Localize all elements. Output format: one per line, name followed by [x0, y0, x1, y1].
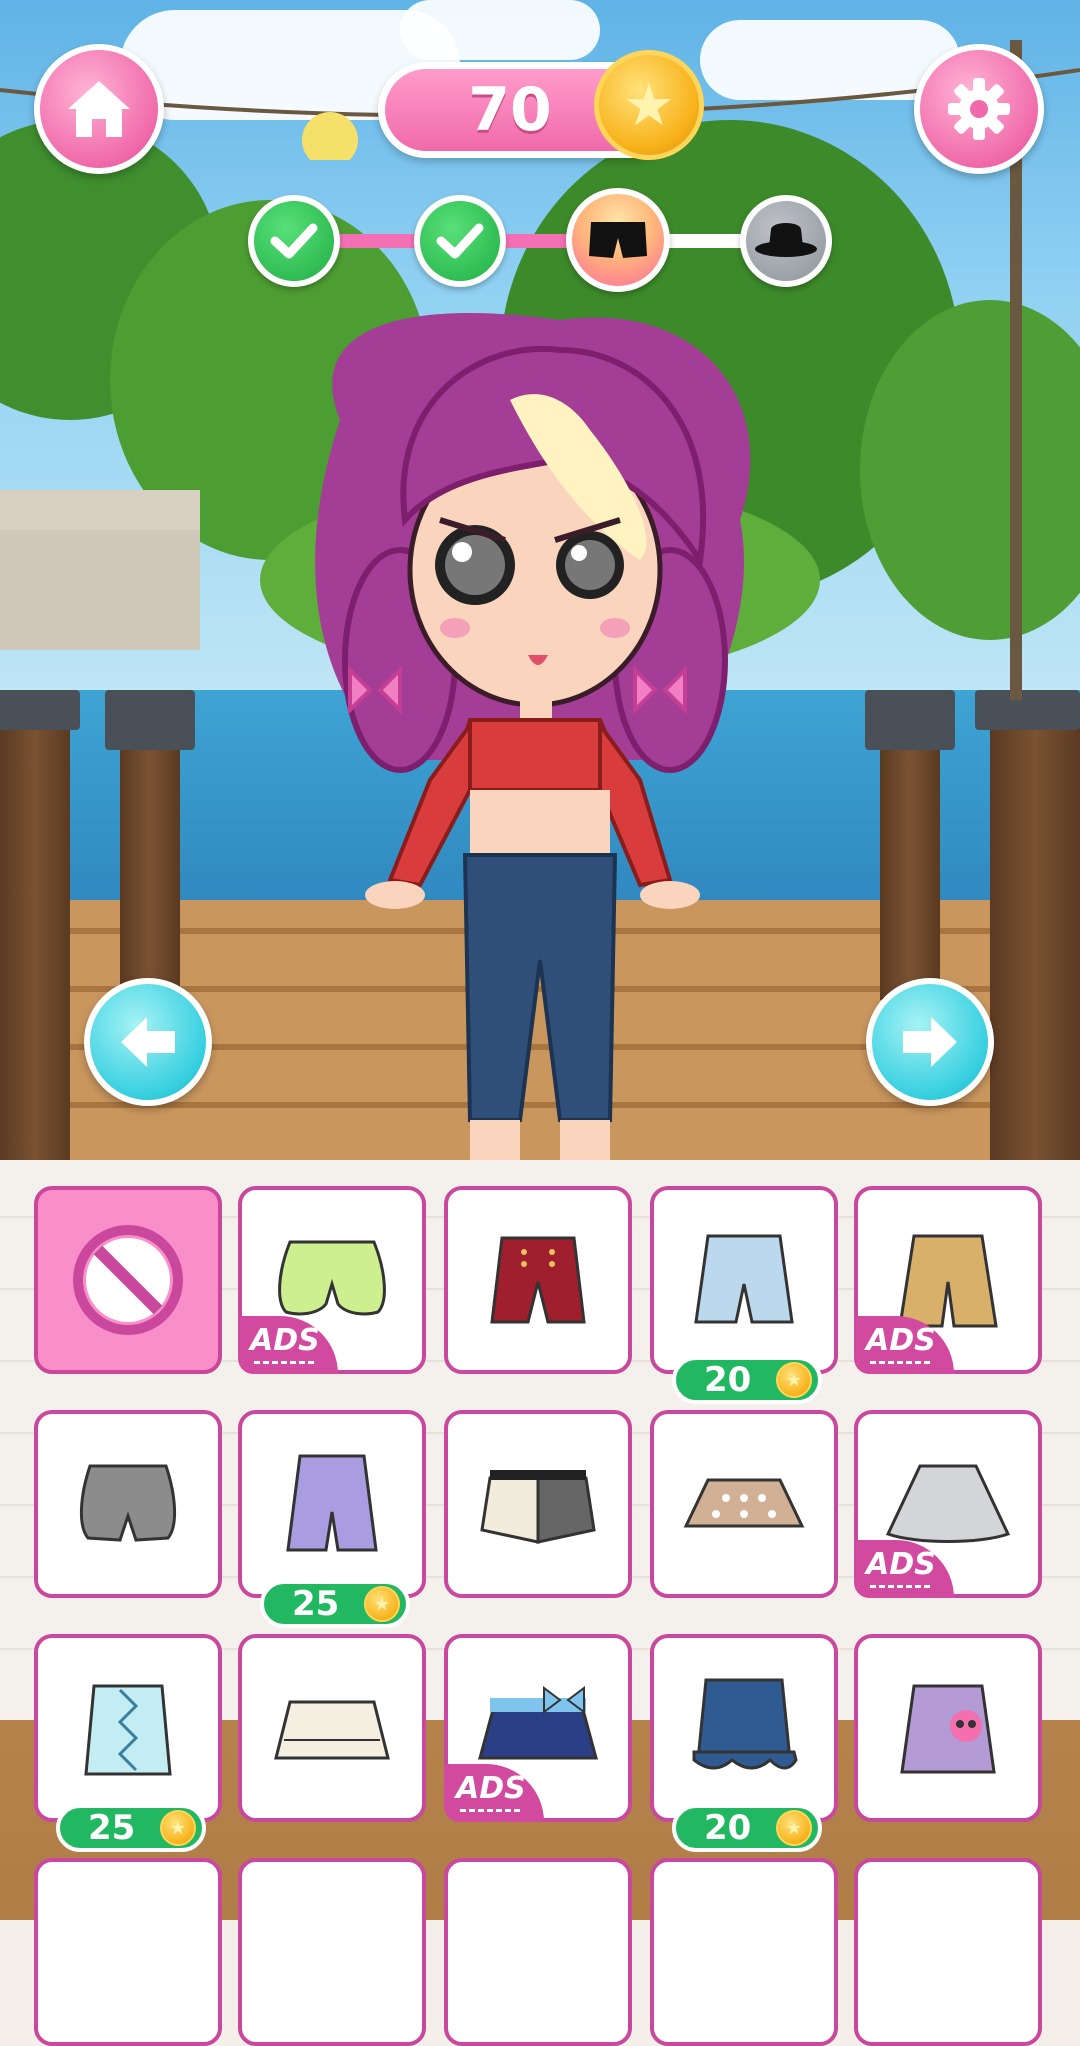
price-value: 25: [292, 1584, 340, 1624]
progress-step-3-current: [566, 188, 670, 292]
price-badge: 25 ★: [260, 1580, 410, 1628]
check-icon: [436, 223, 484, 259]
item-gray-shorts[interactable]: [34, 1410, 222, 1598]
item-tan-shorts[interactable]: ADS: [854, 1186, 1042, 1374]
progress-step-1: [248, 195, 340, 287]
price-badge: 20 ★: [672, 1356, 822, 1404]
item-dotted-skirt[interactable]: [650, 1410, 838, 1598]
price-value: 25: [88, 1808, 136, 1848]
midriff: [470, 790, 610, 855]
item-row4-4[interactable]: [650, 1858, 838, 2046]
item-two-tone-skirt[interactable]: [444, 1410, 632, 1598]
hat-icon: [755, 223, 817, 257]
lavender-shorts-icon: [286, 1454, 378, 1552]
price-value: 20: [704, 1360, 752, 1400]
item-denim-ruffle-skirt[interactable]: 20 ★: [650, 1634, 838, 1852]
coin-icon: ★: [364, 1586, 400, 1622]
item-gray-skirt[interactable]: ADS: [854, 1410, 1042, 1598]
item-purple-skull-skirt[interactable]: [854, 1634, 1042, 1822]
item-red-shorts[interactable]: [444, 1186, 632, 1374]
purple-skull-skirt-icon: [900, 1684, 996, 1774]
item-row4-3[interactable]: [444, 1858, 632, 2046]
item-navy-bow-skirt[interactable]: ADS: [444, 1634, 632, 1822]
aqua-skirt-icon: [84, 1684, 172, 1776]
dotted-skirt-icon: [683, 1478, 805, 1528]
gear-icon: [948, 78, 1010, 140]
denim-jeans: [462, 853, 618, 1122]
item-denim-shorts[interactable]: 20 ★: [650, 1186, 838, 1404]
item-aqua-laced-skirt[interactable]: 25 ★: [34, 1634, 222, 1852]
coin-icon: ★: [776, 1810, 812, 1846]
two-tone-skirt-icon: [480, 1470, 596, 1544]
price-badge: 25 ★: [56, 1804, 206, 1852]
red-shorts-icon: [490, 1236, 586, 1324]
price-badge: 20 ★: [672, 1804, 822, 1852]
home-button[interactable]: [34, 44, 164, 174]
item-row4-5[interactable]: [854, 1858, 1042, 2046]
item-cream-ruffle-skirt[interactable]: [238, 1634, 426, 1822]
gray-shorts-icon: [79, 1464, 177, 1542]
price-value: 20: [704, 1808, 752, 1848]
settings-button[interactable]: [914, 44, 1044, 174]
home-icon: [68, 81, 130, 137]
item-none[interactable]: [34, 1186, 222, 1374]
coin-icon: ★: [160, 1810, 196, 1846]
item-row4-2[interactable]: [238, 1858, 426, 2046]
denim-skirt-icon: [692, 1678, 798, 1770]
previous-button[interactable]: [84, 978, 212, 1106]
check-icon: [270, 223, 318, 259]
no-item-icon: [73, 1225, 183, 1335]
shorts-icon: [589, 222, 647, 258]
progress-step-2: [414, 195, 506, 287]
item-row4-1[interactable]: [34, 1858, 222, 2046]
denim-shorts-icon: [694, 1234, 794, 1324]
item-lime-bloomers[interactable]: ADS: [238, 1186, 426, 1374]
cream-skirt-icon: [274, 1700, 390, 1760]
star-coin-icon: ★: [594, 50, 704, 160]
item-lavender-shorts[interactable]: 25 ★: [238, 1410, 426, 1628]
next-button[interactable]: [866, 978, 994, 1106]
coin-icon: ★: [776, 1362, 812, 1398]
progress-step-4-locked: [740, 195, 832, 287]
arrow-left-icon: [121, 1017, 175, 1067]
arrow-right-icon: [903, 1017, 957, 1067]
